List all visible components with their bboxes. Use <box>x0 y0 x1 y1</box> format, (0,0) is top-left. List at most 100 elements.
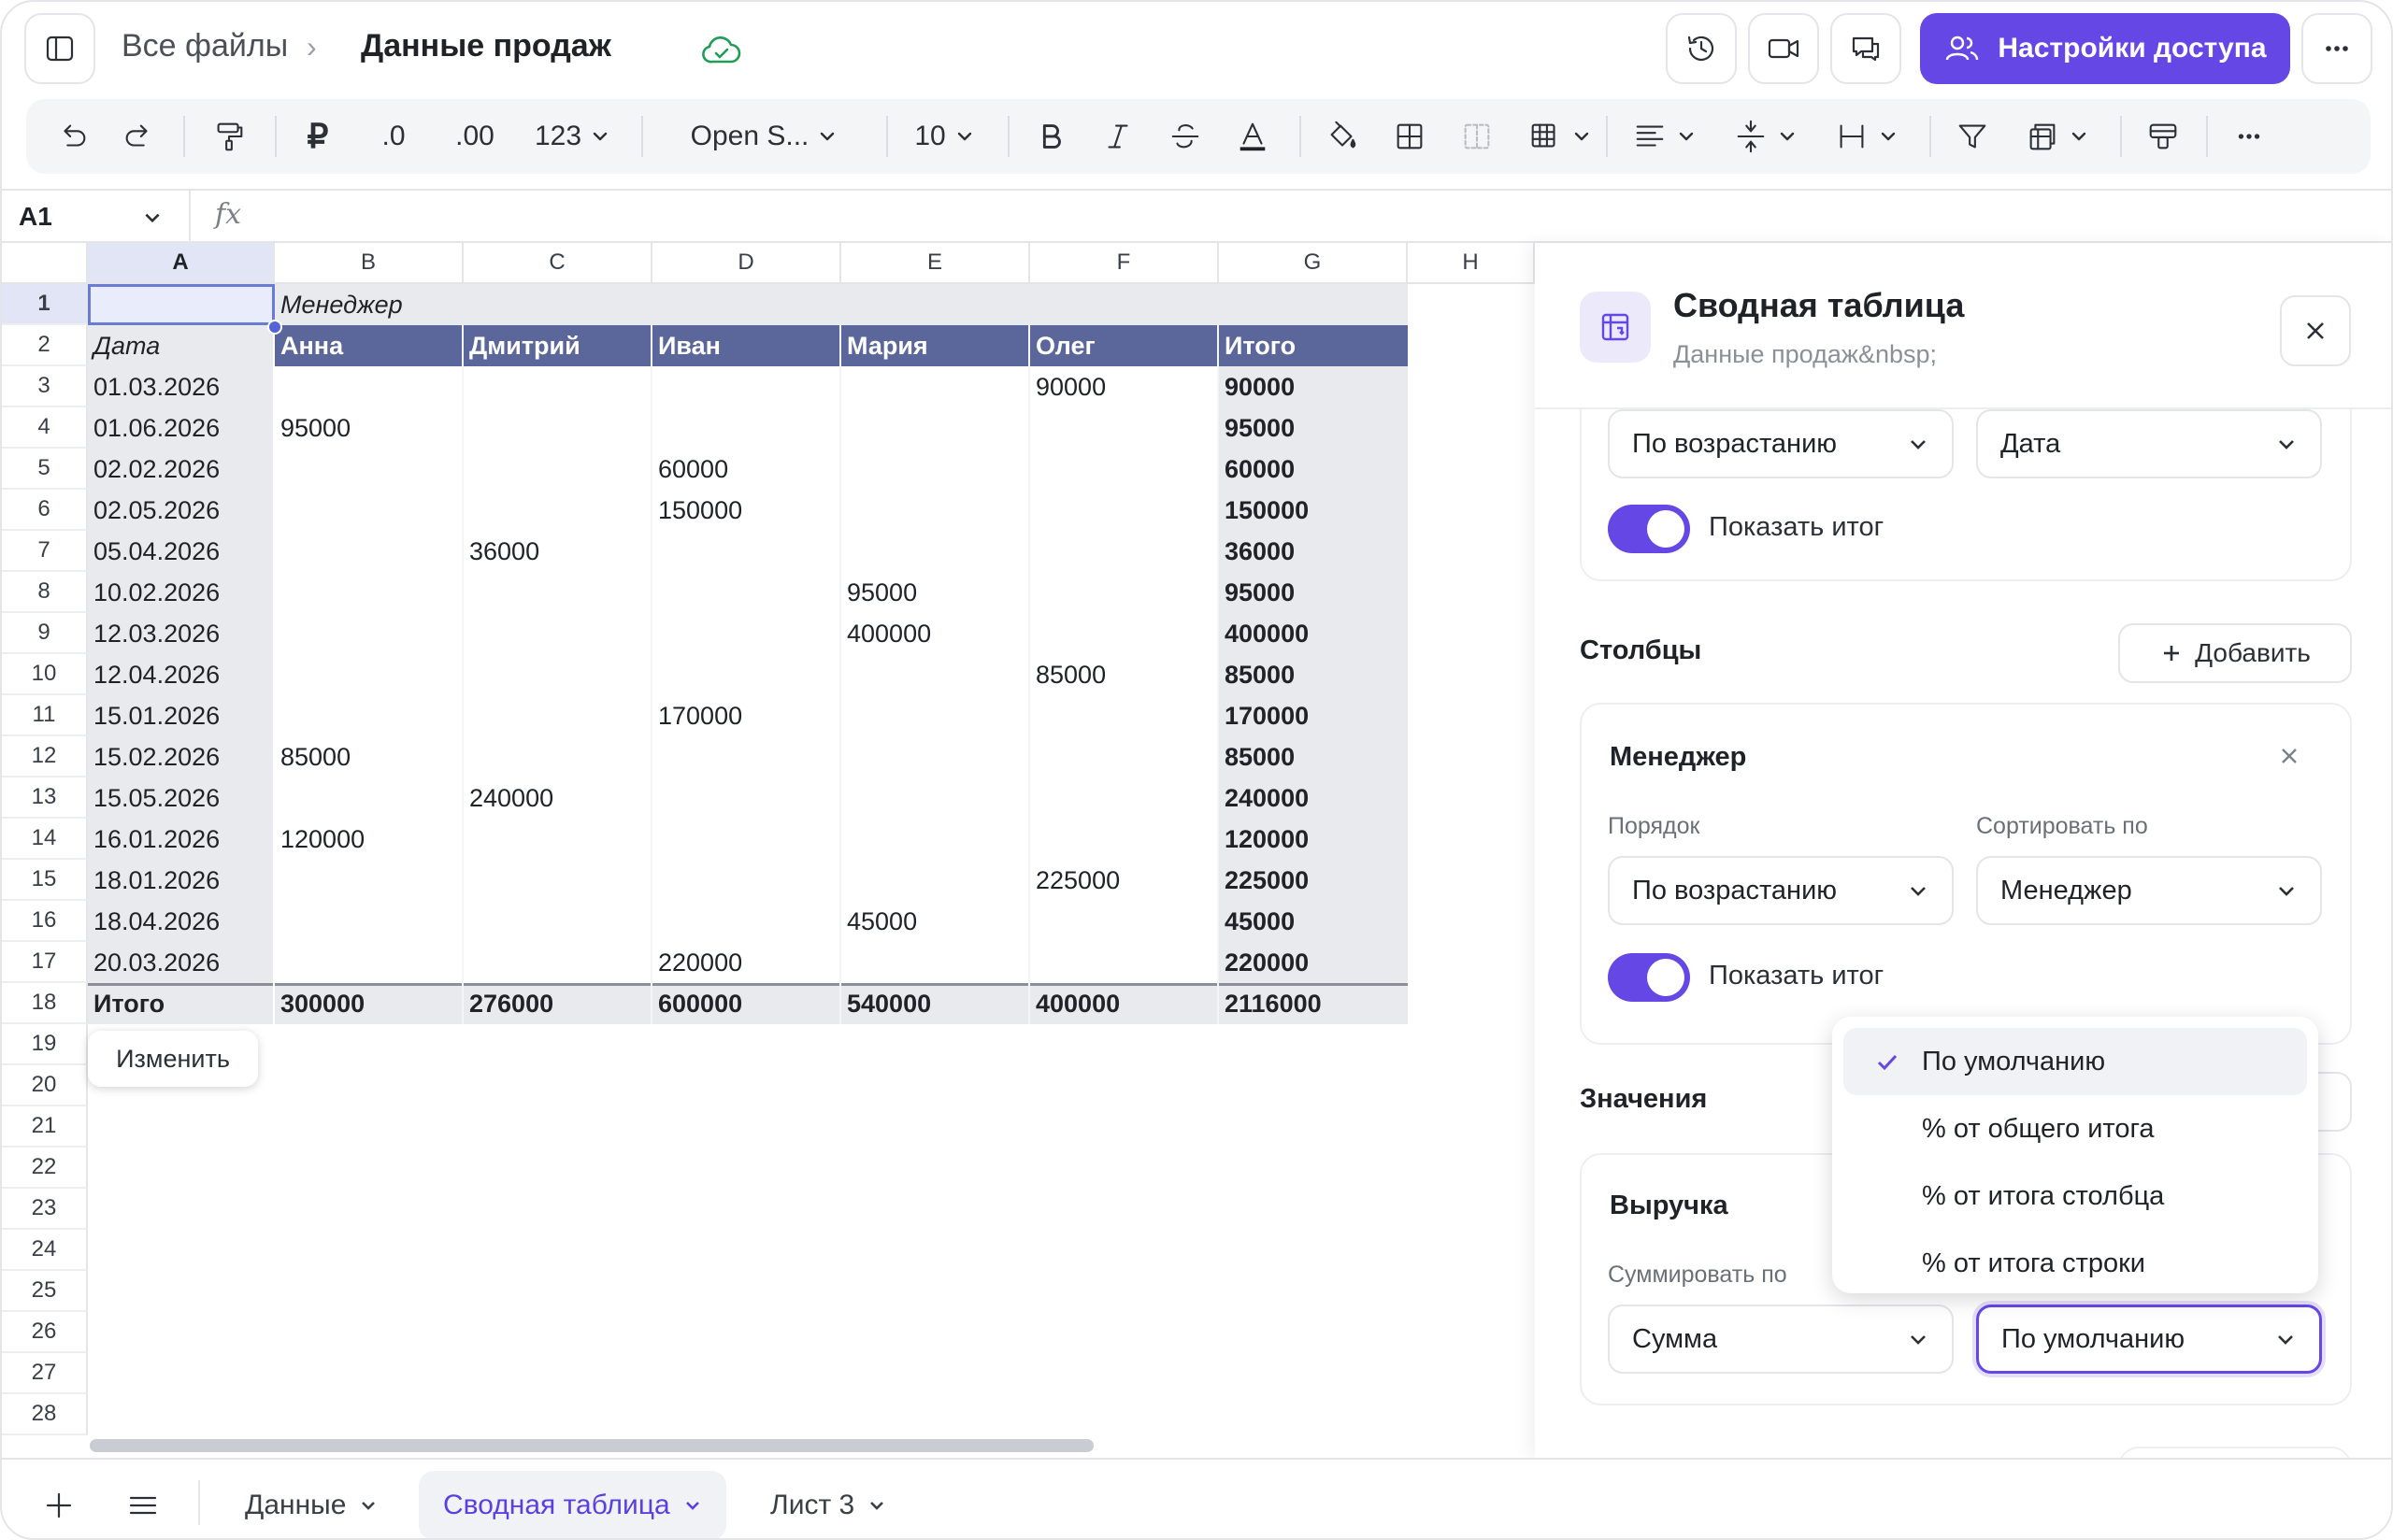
row-header-6[interactable]: 6 <box>2 490 88 531</box>
row-header-8[interactable]: 8 <box>2 572 88 613</box>
pivot-column-total[interactable]: 600000 <box>652 983 841 1024</box>
pivot-value-cell[interactable]: 150000 <box>652 490 841 531</box>
row-header-28[interactable]: 28 <box>2 1394 88 1435</box>
row-header-18[interactable]: 18 <box>2 983 88 1024</box>
font-size-dropdown[interactable]: 10 <box>909 99 980 174</box>
pivot-value-cell[interactable]: 90000 <box>1030 366 1219 407</box>
column-header-e[interactable]: E <box>841 243 1030 284</box>
pivot-row-total[interactable]: 170000 <box>1219 695 1408 736</box>
clear-format-button[interactable] <box>2142 99 2184 174</box>
pivot-value-cell[interactable]: 95000 <box>275 407 464 449</box>
pivot-row-total[interactable]: 85000 <box>1219 736 1408 777</box>
pivot-row-label[interactable]: 16.01.2026 <box>88 819 275 860</box>
pivot-row-total[interactable]: 36000 <box>1219 531 1408 572</box>
pivot-rows-field-label[interactable]: Дата <box>88 325 275 366</box>
pivot-row-total[interactable]: 225000 <box>1219 860 1408 901</box>
pivot-row-label[interactable]: 15.01.2026 <box>88 695 275 736</box>
column-header-f[interactable]: F <box>1030 243 1219 284</box>
show-values-as-option[interactable]: % от общего итога <box>1843 1095 2307 1162</box>
pivot-row-total[interactable]: 400000 <box>1219 613 1408 654</box>
column-header-d[interactable]: D <box>652 243 841 284</box>
chevron-down-icon[interactable] <box>142 207 163 228</box>
show-values-as-option[interactable]: % от итога строки <box>1843 1230 2307 1297</box>
pivot-value-cell[interactable]: 170000 <box>652 695 841 736</box>
rows-show-total-toggle[interactable] <box>1608 505 1690 553</box>
row-header-13[interactable]: 13 <box>2 777 88 819</box>
pivot-column-total[interactable]: 276000 <box>464 983 652 1024</box>
pivot-value-cell[interactable]: 400000 <box>841 613 1030 654</box>
row-header-19[interactable]: 19 <box>2 1024 88 1065</box>
decrease-decimal-button[interactable]: .0 <box>370 99 417 174</box>
sheet-tab-data[interactable]: Данные <box>221 1471 402 1538</box>
pivot-value-cell[interactable]: 240000 <box>464 777 652 819</box>
row-header-24[interactable]: 24 <box>2 1230 88 1271</box>
column-header-c[interactable]: C <box>464 243 652 284</box>
pivot-column-header[interactable]: Итого <box>1219 325 1408 366</box>
summarize-select[interactable]: Сумма <box>1608 1305 1954 1374</box>
row-header-11[interactable]: 11 <box>2 695 88 736</box>
merge-cells-button[interactable] <box>1456 99 1497 174</box>
row-header-7[interactable]: 7 <box>2 531 88 572</box>
pivot-column-header[interactable]: Иван <box>652 325 841 366</box>
bold-button[interactable] <box>1030 99 1071 174</box>
column-header-g[interactable]: G <box>1219 243 1408 284</box>
row-header-15[interactable]: 15 <box>2 860 88 901</box>
pivot-column-header[interactable]: Дмитрий <box>464 325 652 366</box>
pivot-row-label[interactable]: 15.05.2026 <box>88 777 275 819</box>
sidebar-toggle-button[interactable] <box>24 13 95 84</box>
filter-button[interactable] <box>1952 99 1993 174</box>
row-header-22[interactable]: 22 <box>2 1148 88 1189</box>
pivot-value-cell[interactable]: 85000 <box>275 736 464 777</box>
horizontal-scrollbar[interactable] <box>90 1439 1094 1452</box>
sheet-tab-pivot[interactable]: Сводная таблица <box>419 1471 726 1538</box>
pivot-column-total[interactable]: 400000 <box>1030 983 1219 1024</box>
close-panel-button[interactable] <box>2280 295 2351 366</box>
pivot-row-total[interactable]: 95000 <box>1219 407 1408 449</box>
pivot-column-header[interactable]: Анна <box>275 325 464 366</box>
pivot-value-cell[interactable]: 85000 <box>1030 654 1219 695</box>
pivot-row-total[interactable]: 240000 <box>1219 777 1408 819</box>
row-header-23[interactable]: 23 <box>2 1189 88 1230</box>
column-header-b[interactable]: B <box>275 243 464 284</box>
pivot-column-header[interactable]: Мария <box>841 325 1030 366</box>
pivot-row-label[interactable]: 01.03.2026 <box>88 366 275 407</box>
redo-button[interactable] <box>118 99 159 174</box>
video-call-button[interactable] <box>1748 13 1819 84</box>
add-column-field-button[interactable]: Добавить <box>2118 623 2352 683</box>
text-color-button[interactable] <box>1232 99 1273 174</box>
pivot-row-total[interactable]: 120000 <box>1219 819 1408 860</box>
spreadsheet-grid[interactable]: A B C D E F G H 1 2 3 4 5 6 7 8 9 10 11 12 13 14 15 16 17 18 19 20 2… <box>2 243 1535 1458</box>
row-header-14[interactable]: 14 <box>2 819 88 860</box>
pivot-row-label[interactable]: 18.01.2026 <box>88 860 275 901</box>
pivot-row-label[interactable]: 02.02.2026 <box>88 449 275 490</box>
pivot-row-total[interactable]: 150000 <box>1219 490 1408 531</box>
column-header-a[interactable]: A <box>88 243 275 284</box>
columns-order-select[interactable]: По возрастанию <box>1608 856 1954 925</box>
selected-cell-a1[interactable] <box>88 284 275 325</box>
row-header-4[interactable]: 4 <box>2 407 88 449</box>
italic-button[interactable] <box>1097 99 1139 174</box>
row-header-9[interactable]: 9 <box>2 613 88 654</box>
sheet-list-button[interactable] <box>112 1475 174 1536</box>
sheet-tab-sheet3[interactable]: Лист 3 <box>746 1471 910 1538</box>
pivot-row-label[interactable]: 01.06.2026 <box>88 407 275 449</box>
more-menu-button[interactable] <box>2301 13 2372 84</box>
data-tools-dropdown[interactable] <box>2019 99 2094 174</box>
pivot-row-label[interactable]: 15.02.2026 <box>88 736 275 777</box>
edit-pivot-button[interactable]: Изменить <box>88 1031 258 1087</box>
pivot-columns-field-label[interactable]: Менеджер <box>275 284 649 325</box>
history-button[interactable] <box>1666 13 1737 84</box>
pivot-row-label[interactable]: 18.04.2026 <box>88 901 275 942</box>
pivot-row-total[interactable]: 95000 <box>1219 572 1408 613</box>
row-header-10[interactable]: 10 <box>2 654 88 695</box>
pivot-value-cell[interactable]: 36000 <box>464 531 652 572</box>
number-format-dropdown[interactable]: 123 <box>525 99 619 174</box>
pivot-row-label[interactable]: 20.03.2026 <box>88 942 275 983</box>
document-title[interactable]: Данные продаж <box>361 28 611 64</box>
pivot-value-cell[interactable]: 120000 <box>275 819 464 860</box>
row-header-1[interactable]: 1 <box>2 284 88 325</box>
row-header-27[interactable]: 27 <box>2 1353 88 1394</box>
show-values-as-option[interactable]: % от итога столбца <box>1843 1162 2307 1230</box>
strikethrough-button[interactable] <box>1165 99 1206 174</box>
pivot-row-label[interactable]: 12.03.2026 <box>88 613 275 654</box>
